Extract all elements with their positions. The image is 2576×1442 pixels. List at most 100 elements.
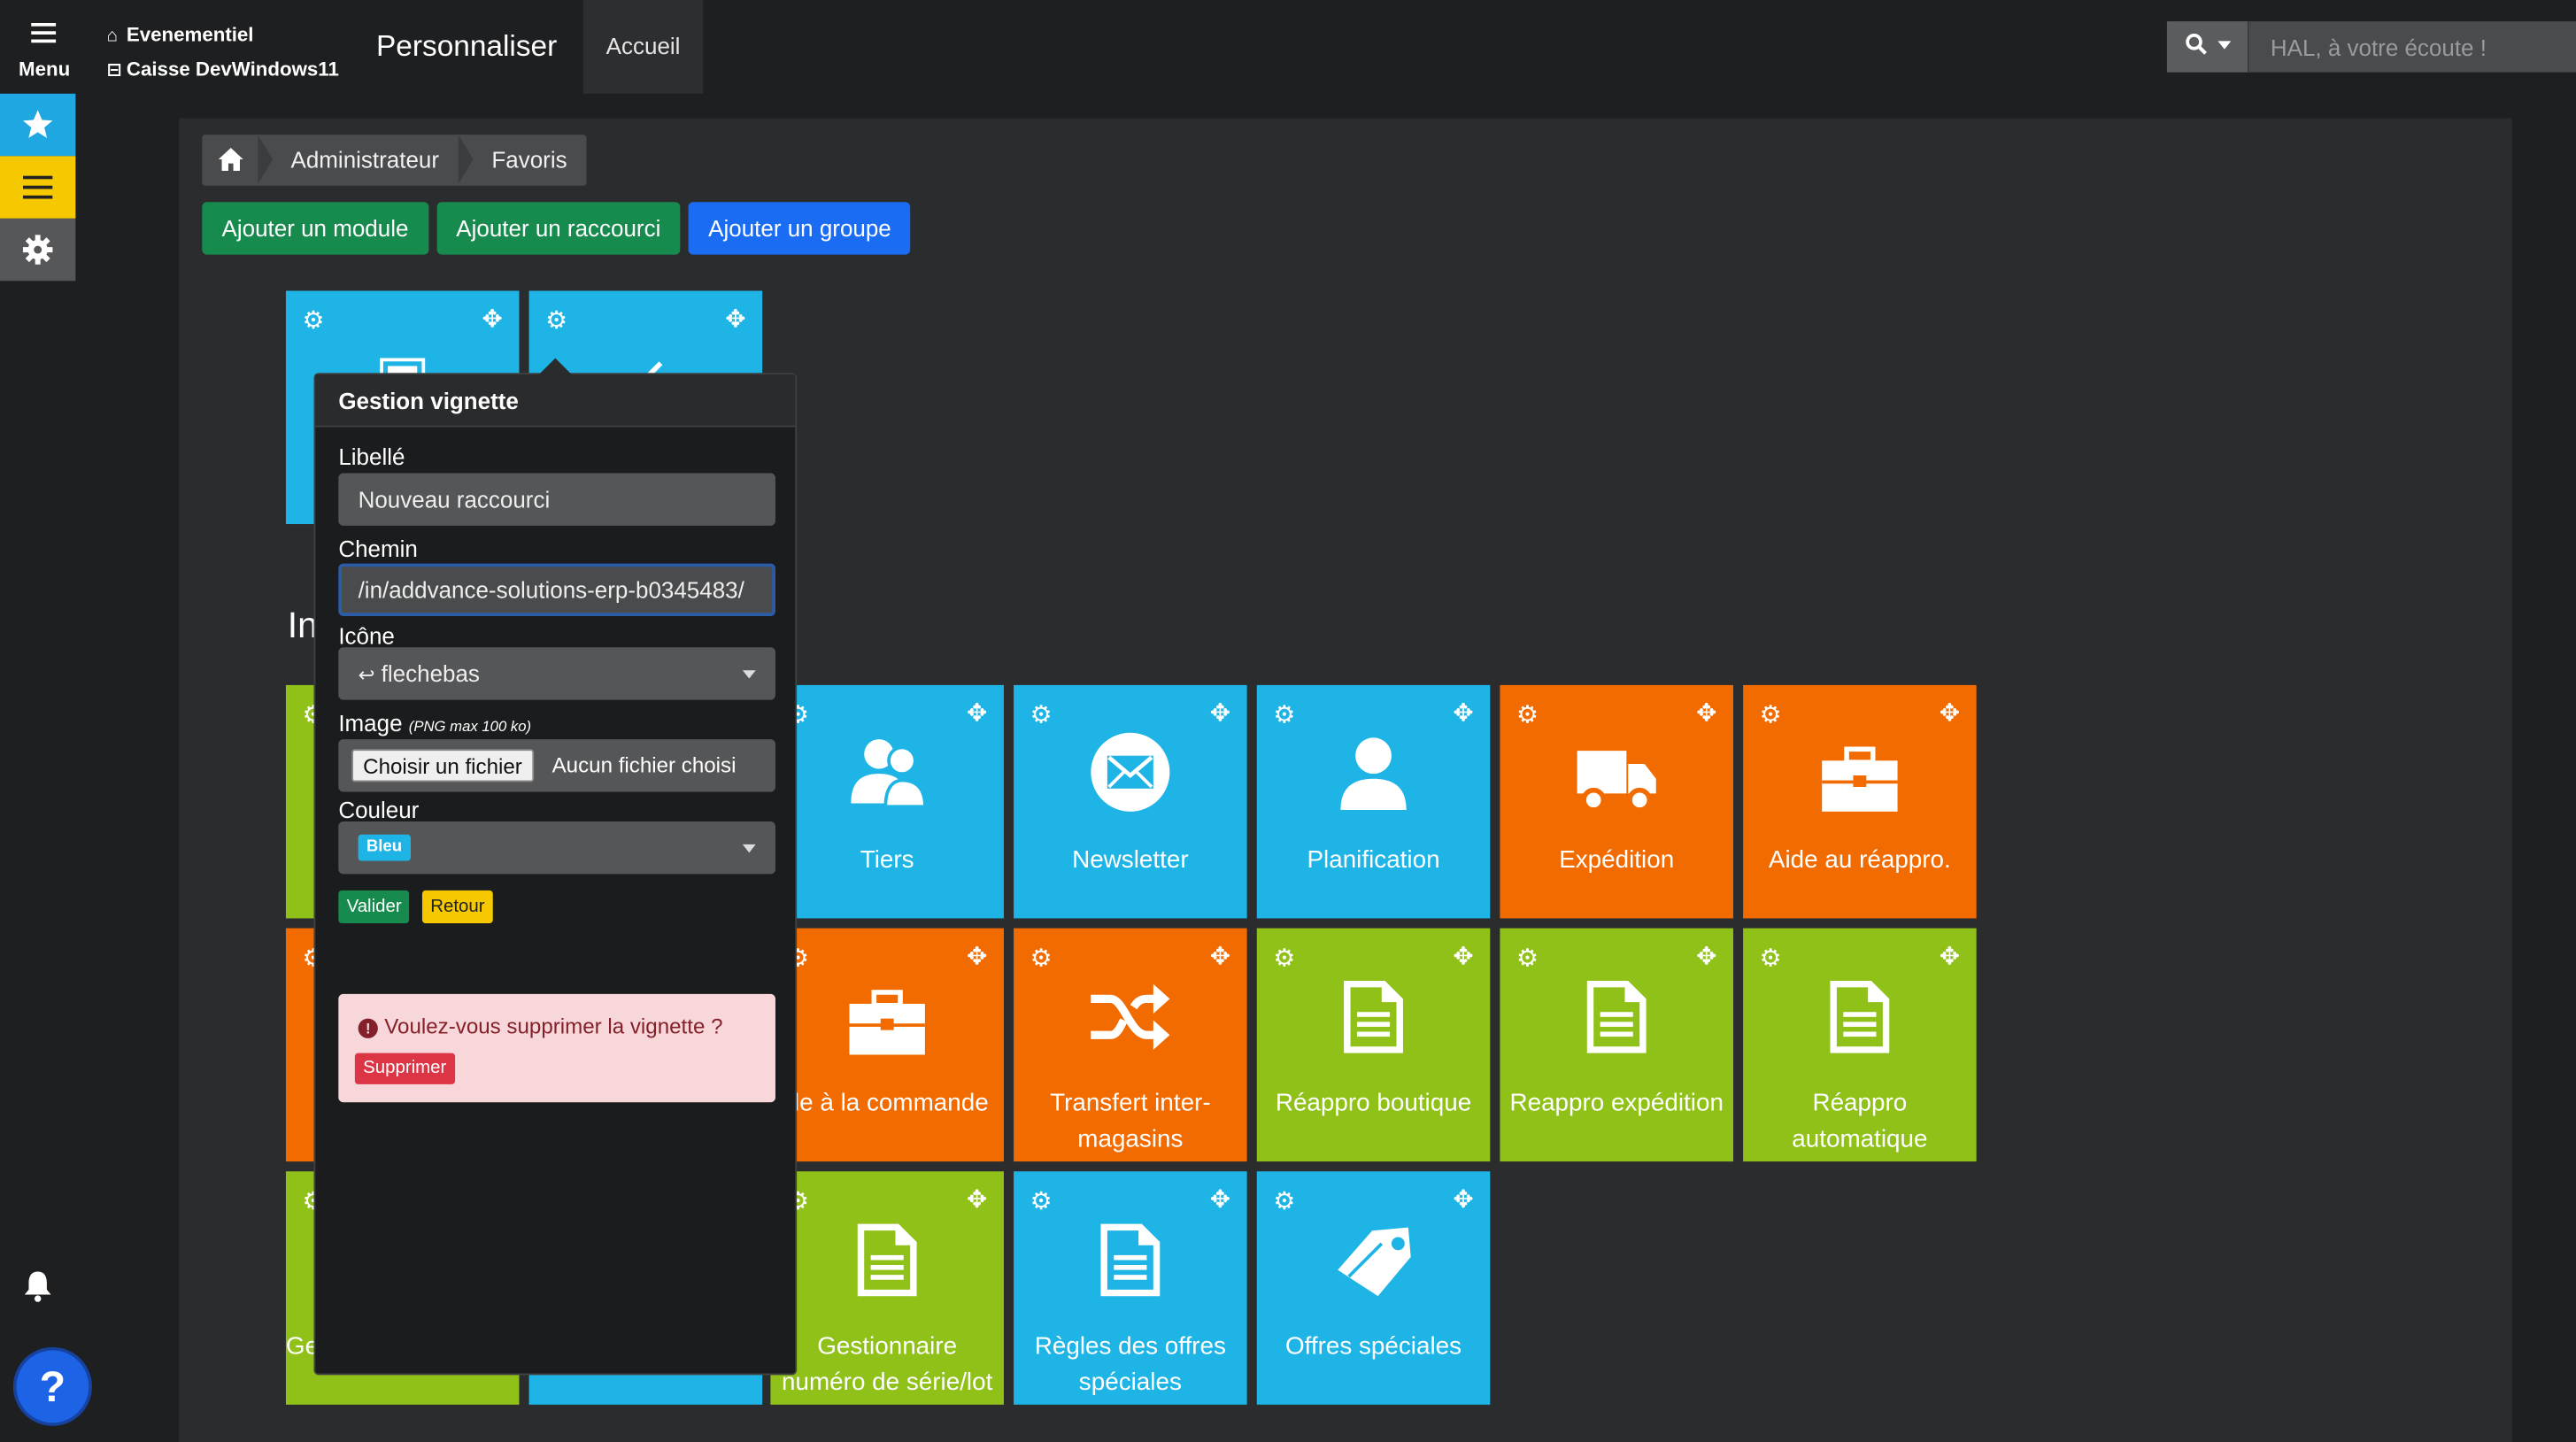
document-icon <box>1830 980 1890 1053</box>
tab-home[interactable]: Accueil <box>582 0 704 94</box>
icon-select-value: flechebas <box>381 660 480 687</box>
tile-move-icon[interactable]: ✥ <box>1453 941 1473 971</box>
tile-management-popover: Gestion vignette Libellé Chemin /in/addv… <box>313 358 798 1376</box>
tile-move-icon[interactable]: ✥ <box>1696 941 1716 971</box>
add-module-button[interactable]: Ajouter un module <box>202 202 428 255</box>
tile-settings-icon[interactable]: ⚙ <box>1273 1186 1295 1216</box>
tile-label: Réappro automatique <box>1792 1089 1928 1153</box>
image-field-label: Image (PNG max 100 ko) <box>338 710 531 736</box>
tile-aide-reappro[interactable]: ⚙ ✥ Aide au réappro. <box>1743 684 1977 919</box>
tile-settings-icon[interactable]: ⚙ <box>1030 700 1053 729</box>
tile-gestionnaire-serie[interactable]: ⚙ ✥ Gestionnaire numéro de série/lot <box>770 1171 1004 1405</box>
sidebar-item-settings[interactable] <box>0 218 76 281</box>
tile-reappro-expedition[interactable]: ⚙ ✥ Reappro expédition <box>1500 928 1733 1162</box>
tile-label: Réappro boutique <box>1275 1089 1472 1118</box>
user-icon <box>1340 737 1407 810</box>
tile-move-icon[interactable]: ✥ <box>1210 698 1230 729</box>
tile-label: Règles des offres spéciales <box>1034 1332 1226 1397</box>
bell-icon <box>24 1271 51 1302</box>
briefcase-icon <box>1822 746 1898 812</box>
add-group-button[interactable]: Ajouter un groupe <box>688 202 912 255</box>
color-field-label: Couleur <box>338 797 420 823</box>
tile-settings-icon[interactable]: ⚙ <box>1273 700 1295 729</box>
store-info: ⌂ Evenementiel ⊟ Caisse DevWindows11 <box>107 18 339 87</box>
document-icon <box>1586 980 1647 1053</box>
exclamation-icon: ! <box>358 1018 378 1038</box>
delete-question: ! Voulez-vous supprimer la vignette ? <box>358 1014 723 1038</box>
top-bar: Menu ⌂ Evenementiel ⊟ Caisse DevWindows11 … <box>0 0 2576 94</box>
image-hint: (PNG max 100 ko) <box>408 718 532 735</box>
home-icon <box>217 148 243 172</box>
tile-move-icon[interactable]: ✥ <box>1940 698 1960 729</box>
tile-settings-icon[interactable]: ⚙ <box>1760 700 1782 729</box>
add-shortcut-button[interactable]: Ajouter un raccourci <box>436 202 681 255</box>
tile-settings-icon[interactable]: ⚙ <box>1030 943 1053 973</box>
tile-settings-icon[interactable]: ⚙ <box>1273 943 1295 973</box>
path-input[interactable]: /in/addvance-solutions-erp-b0345483/ <box>338 563 775 616</box>
tile-label: Newsletter <box>1072 845 1189 875</box>
action-buttons: Ajouter un module Ajouter un raccourci A… <box>202 202 912 255</box>
truck-icon <box>1577 751 1656 813</box>
tile-settings-icon[interactable]: ⚙ <box>1516 700 1539 729</box>
tile-move-icon[interactable]: ✥ <box>1210 1184 1230 1215</box>
breadcrumb-favoris[interactable]: Favoris <box>459 135 587 186</box>
app-title: Personnaliser <box>376 29 558 63</box>
tile-offres-speciales[interactable]: ⚙ ✥ Offres spéciales <box>1256 1171 1491 1405</box>
tile-transfert[interactable]: ⚙ ✥ Transfert inter-magasins <box>1014 928 1247 1162</box>
tile-label: Offres spéciales <box>1284 1332 1462 1361</box>
sidebar-item-list[interactable] <box>0 156 76 219</box>
tile-aide-commande[interactable]: ⚙ ✥ de à la commande <box>770 928 1004 1162</box>
tile-move-icon[interactable]: ✥ <box>967 1184 987 1215</box>
tile-label: Planification <box>1307 845 1440 875</box>
color-select[interactable]: Bleu <box>338 821 775 875</box>
choose-file-button[interactable]: Choisir un fichier <box>351 749 534 783</box>
list-icon <box>22 175 53 199</box>
tile-move-icon[interactable]: ✥ <box>1940 941 1960 971</box>
tile-reappro-automatique[interactable]: ⚙ ✥ Réappro automatique <box>1743 928 1977 1162</box>
tile-expedition[interactable]: ⚙ ✥ Expédition <box>1500 684 1733 919</box>
tile-settings-icon[interactable]: ⚙ <box>1030 1186 1053 1216</box>
tile-tiers[interactable]: ⚙ ✥ Tiers <box>770 684 1004 919</box>
validate-button[interactable]: Valider <box>338 890 410 924</box>
tile-newsletter[interactable]: ⚙ ✥ Newsletter <box>1014 684 1247 919</box>
notifications-button[interactable] <box>0 1270 75 1311</box>
tile-label: de à la commande <box>785 1089 989 1118</box>
file-status: Aucun fichier choisi <box>551 752 737 777</box>
document-icon <box>857 1223 917 1297</box>
gear-icon <box>22 235 53 265</box>
left-sidebar: ? <box>0 93 92 1442</box>
tile-move-icon[interactable]: ✥ <box>1453 698 1473 729</box>
search-icon <box>2186 34 2207 55</box>
icon-select[interactable]: ↩ flechebas <box>338 647 775 700</box>
breadcrumb-administrateur[interactable]: Administrateur <box>258 135 459 186</box>
breadcrumb-home[interactable] <box>202 135 258 186</box>
color-badge: Bleu <box>358 834 411 861</box>
back-button[interactable]: Retour <box>421 890 493 924</box>
tile-move-icon[interactable]: ✥ <box>967 941 987 971</box>
help-button[interactable]: ? <box>12 1346 92 1426</box>
menu-button[interactable]: Menu <box>0 0 86 94</box>
tile-move-icon[interactable]: ✥ <box>1210 941 1230 971</box>
label-field-label: Libellé <box>338 443 405 470</box>
sidebar-item-favorites[interactable] <box>0 93 76 157</box>
star-icon <box>22 110 53 138</box>
tile-planification[interactable]: ⚙ ✥ Planification <box>1256 684 1491 919</box>
icon-field-label: Icône <box>338 622 395 650</box>
tile-move-icon[interactable]: ✥ <box>967 698 987 729</box>
tile-reappro-boutique[interactable]: ⚙ ✥ Réappro boutique <box>1256 928 1491 1162</box>
tile-regles-offres[interactable]: ⚙ ✥ Règles des offres spéciales <box>1014 1171 1247 1405</box>
search-input[interactable] <box>2250 21 2576 73</box>
label-input[interactable] <box>338 473 775 526</box>
tile-settings-icon[interactable]: ⚙ <box>1516 943 1539 973</box>
tag-icon <box>1338 1227 1411 1297</box>
hamburger-icon <box>31 22 57 43</box>
chevron-down-icon <box>742 844 756 853</box>
shuffle-icon <box>1091 983 1170 1050</box>
search-dropdown-button[interactable] <box>2166 21 2249 73</box>
store-name: Evenementiel <box>126 22 254 46</box>
tile-move-icon[interactable]: ✥ <box>1696 698 1716 729</box>
tile-settings-icon[interactable]: ⚙ <box>1760 943 1782 973</box>
tile-move-icon[interactable]: ✥ <box>1453 1184 1473 1215</box>
delete-button[interactable]: Supprimer <box>354 1053 455 1084</box>
image-file-input: Choisir un fichier Aucun fichier choisi <box>338 739 775 792</box>
